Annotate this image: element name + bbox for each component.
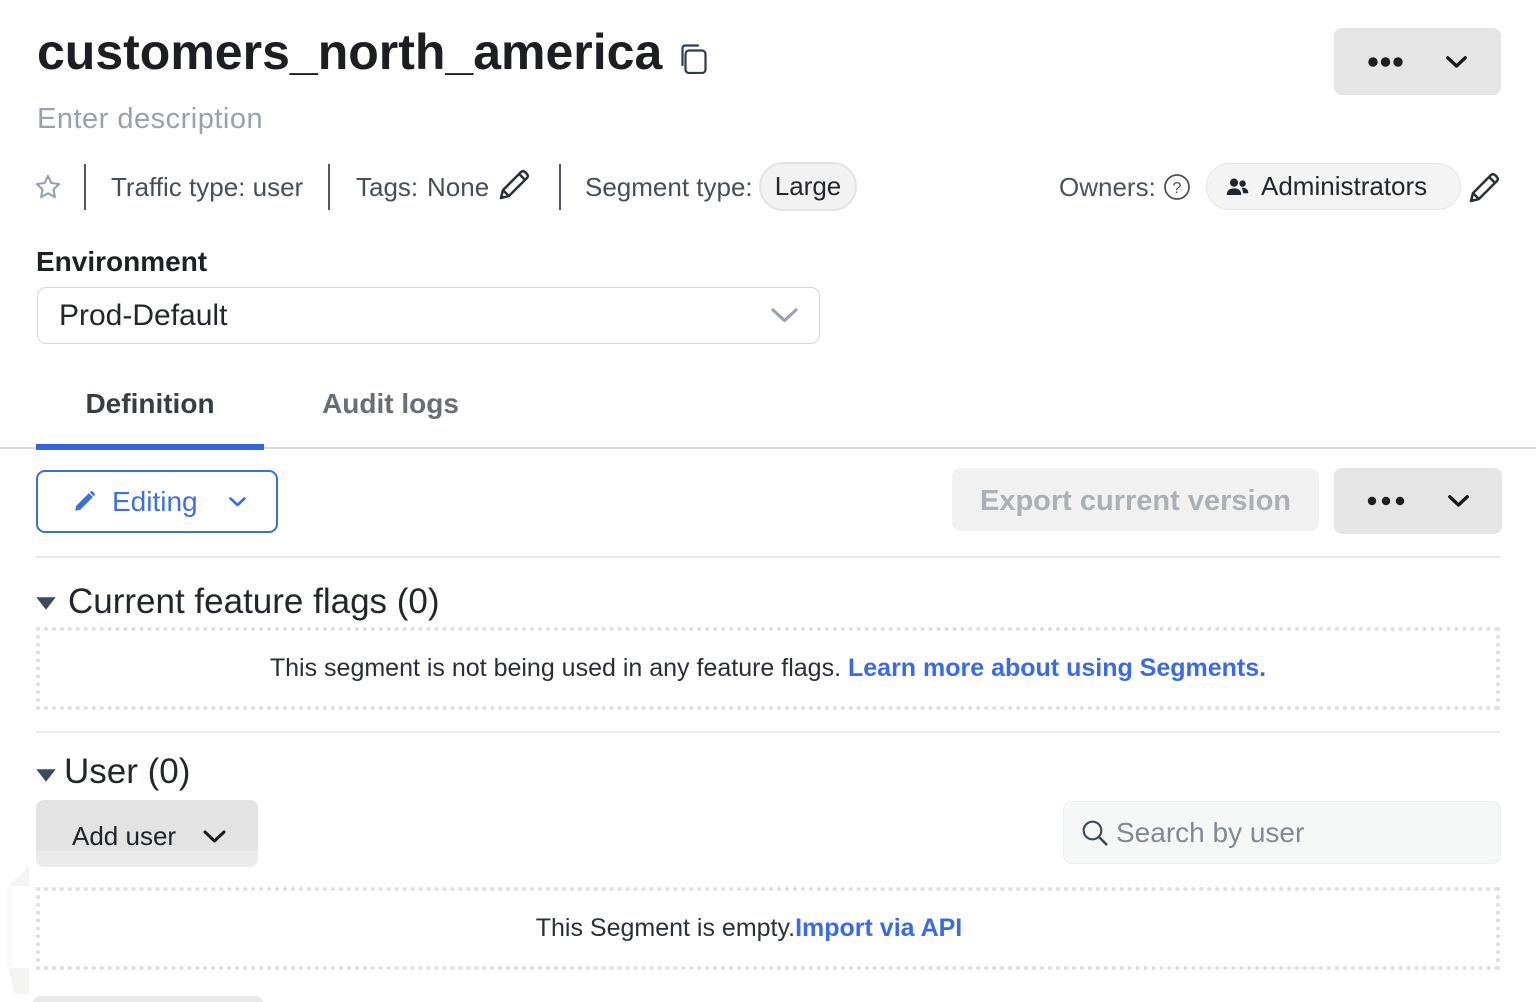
svg-text:?: ? (1173, 180, 1182, 197)
